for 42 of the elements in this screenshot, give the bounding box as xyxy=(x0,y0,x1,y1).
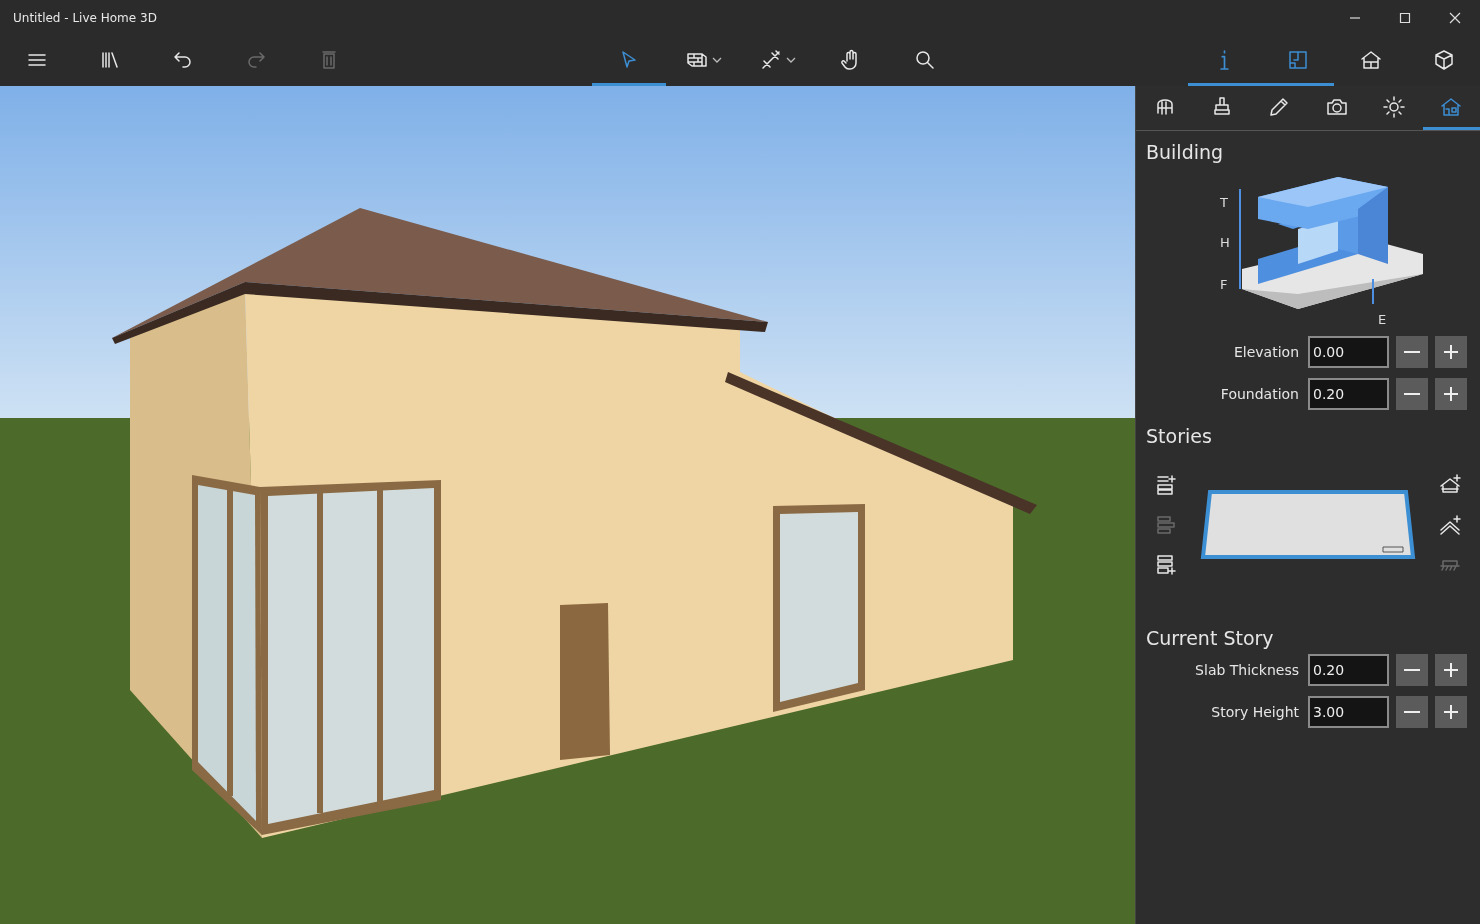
dimension-label: H xyxy=(1220,235,1230,250)
increment-button[interactable] xyxy=(1435,654,1467,686)
decrement-button[interactable] xyxy=(1396,696,1428,728)
info-icon xyxy=(1220,48,1229,71)
increment-button[interactable] xyxy=(1435,696,1467,728)
plus-icon xyxy=(1441,384,1461,404)
field-label: Story Height xyxy=(1211,704,1299,720)
minus-icon xyxy=(1404,393,1420,395)
value-input[interactable]: 3.00 xyxy=(1308,696,1389,728)
field-label: Foundation xyxy=(1220,386,1299,402)
minus-icon xyxy=(1404,669,1420,671)
story-plate[interactable] xyxy=(1198,489,1418,561)
value-input[interactable]: 0.20 xyxy=(1308,378,1389,410)
minus-icon xyxy=(1404,711,1420,713)
value-input[interactable]: 0.00 xyxy=(1308,336,1389,368)
plus-icon xyxy=(1441,342,1461,362)
remove-icon xyxy=(1154,513,1178,537)
section-title: Current Story xyxy=(1146,627,1275,649)
increment-button[interactable] xyxy=(1435,336,1467,368)
add-below-icon xyxy=(1154,553,1178,577)
section-title: Building xyxy=(1146,141,1225,163)
decrement-button[interactable] xyxy=(1396,378,1428,410)
sun-icon xyxy=(1381,94,1406,119)
field-label: Elevation xyxy=(1233,344,1299,360)
increment-button[interactable] xyxy=(1435,378,1467,410)
field-label: Slab Thickness xyxy=(1195,662,1299,678)
dimension-label: T xyxy=(1220,195,1228,210)
minus-icon xyxy=(1404,351,1420,353)
maximize-icon[interactable] xyxy=(1399,12,1411,24)
plus-icon xyxy=(1441,702,1461,722)
section-title: Stories xyxy=(1146,425,1213,447)
decrement-button[interactable] xyxy=(1396,654,1428,686)
add-above-icon xyxy=(1154,473,1178,497)
value-input[interactable]: 0.20 xyxy=(1308,654,1389,686)
dimension-label: F xyxy=(1220,277,1228,292)
close-icon[interactable] xyxy=(1449,12,1461,24)
window-title: Untitled - Live Home 3D xyxy=(13,11,157,25)
add-attic-icon xyxy=(1438,513,1462,537)
decrement-button[interactable] xyxy=(1396,336,1428,368)
dimension-label: E xyxy=(1378,312,1387,327)
plus-icon xyxy=(1441,660,1461,680)
3d-viewport[interactable] xyxy=(0,86,1135,924)
